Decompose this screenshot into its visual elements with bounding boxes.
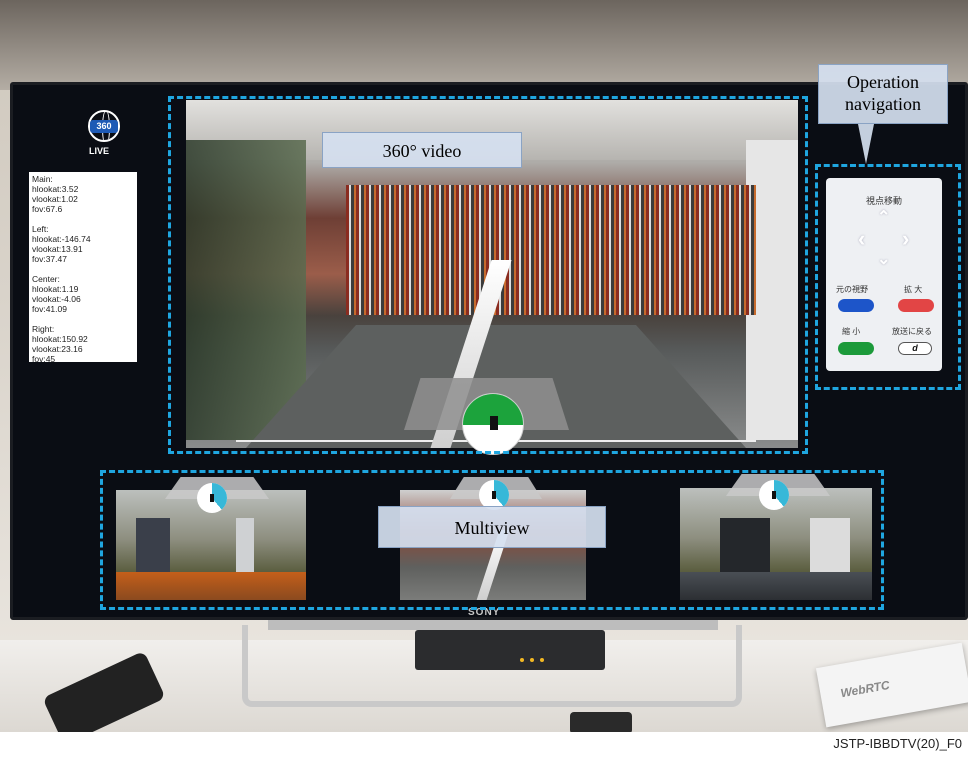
info-line: Center: [32, 274, 60, 284]
info-line: fov:45 [32, 354, 56, 364]
info-line: Left: [32, 224, 49, 234]
box-led [530, 658, 534, 662]
label-operation-navigation: Operation navigation [818, 64, 948, 124]
info-line: vlookat:-4.06 [32, 294, 81, 304]
info-line: vlookat:13.91 [32, 244, 83, 254]
info-line: Right: [32, 324, 55, 334]
highlight-operation-nav [815, 164, 961, 390]
callout-pointer [858, 124, 874, 164]
info-line: hlookat:-146.74 [32, 234, 91, 244]
label-multiview: Multiview [378, 506, 606, 548]
live-360-badge: 360 [90, 120, 118, 133]
label-op-line1: Operation [847, 72, 919, 92]
remote-control-small [570, 712, 632, 732]
box-led [520, 658, 524, 662]
label-360-video: 360° video [322, 132, 522, 168]
info-line [32, 214, 134, 224]
figure-id: JSTP-IBBDTV(20)_F0 [833, 736, 962, 751]
live-text: LIVE [89, 146, 110, 156]
box-led [540, 658, 544, 662]
info-line: hlookat:3.52 [32, 184, 79, 194]
info-line: vlookat:23.16 [32, 344, 83, 354]
info-line: fov:67.6 [32, 204, 63, 214]
info-line: vlookat:1.02 [32, 194, 78, 204]
view-params-panel: Main: hlookat:3.52 vlookat:1.02 fov:67.6 Le… [29, 172, 137, 364]
live-logo: 360 LIVE [82, 110, 126, 164]
info-line: hlookat:150.92 [32, 334, 88, 344]
info-line: Main: [32, 174, 53, 184]
info-line [32, 264, 134, 274]
info-line: fov:41.09 [32, 304, 67, 314]
info-line: hlookat:1.19 [32, 284, 79, 294]
set-top-box [415, 630, 605, 670]
info-line: fov:37.47 [32, 254, 67, 264]
label-op-line2: navigation [845, 94, 921, 114]
info-line [32, 314, 134, 324]
photo-background: WebRTC SONY 360 LIVE Main: hlookat:3.52 vl… [0, 0, 968, 732]
